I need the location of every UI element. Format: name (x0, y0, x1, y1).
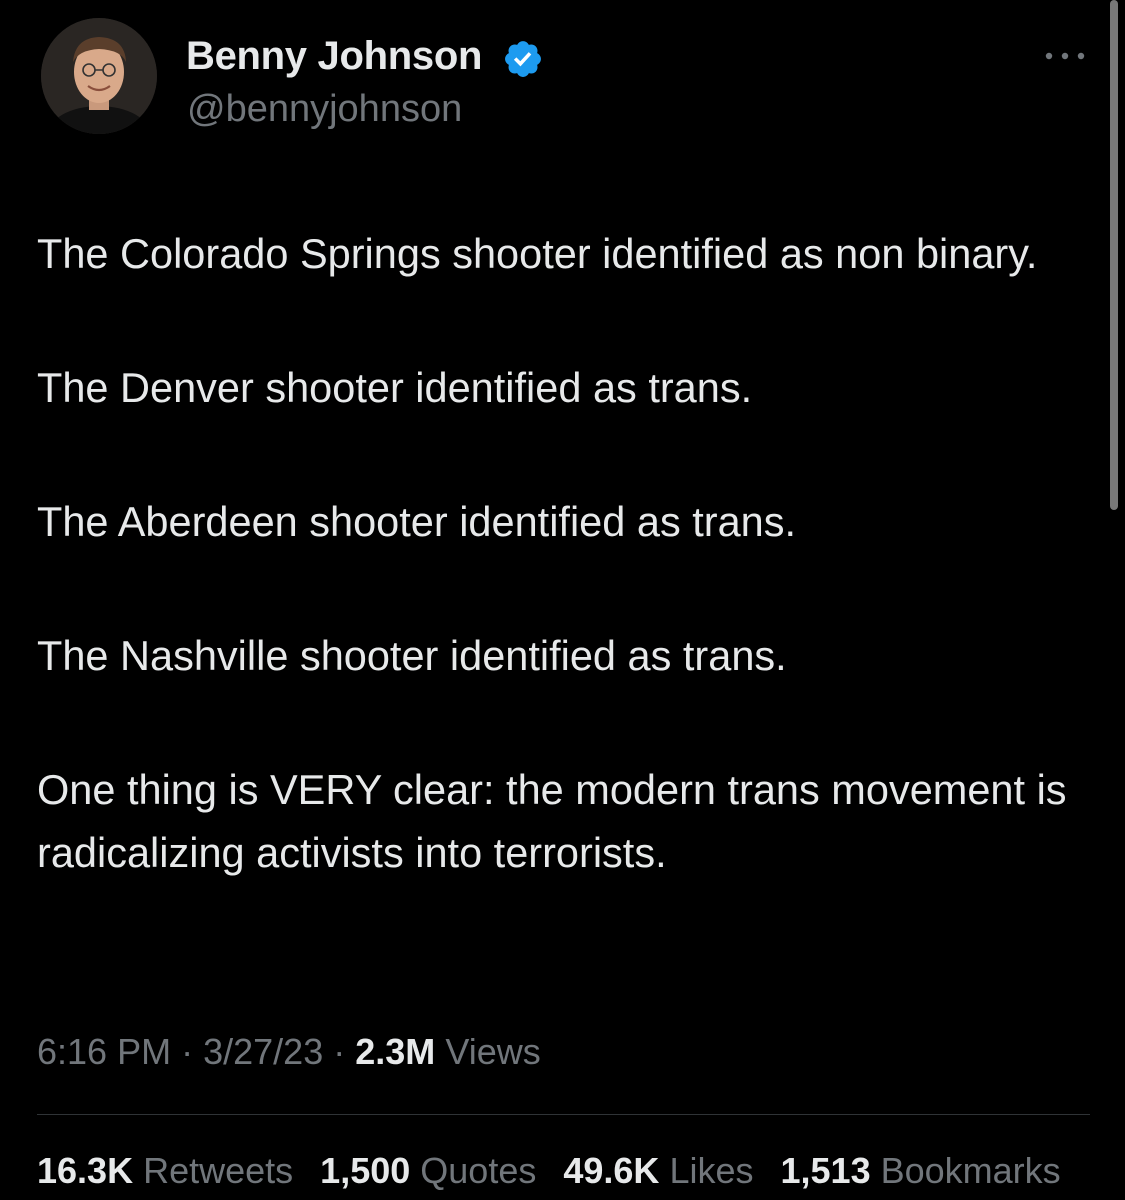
retweets-count: 16.3K (37, 1150, 134, 1191)
avatar-portrait-image (41, 18, 157, 134)
tweet-paragraph: The Aberdeen shooter identified as trans… (37, 498, 797, 545)
scrollbar[interactable] (1110, 0, 1118, 510)
views-count: 2.3M (355, 1031, 436, 1072)
meta-separator: · (333, 1031, 346, 1072)
tweet-text: The Colorado Springs shooter identified … (37, 222, 1097, 884)
tweet-paragraph: The Denver shooter identified as trans. (37, 364, 753, 411)
author-name[interactable]: Benny Johnson (186, 34, 482, 79)
retweets-label: Retweets (143, 1150, 294, 1191)
retweets-stat[interactable]: 16.3K Retweets (37, 1150, 293, 1191)
author-handle[interactable]: @bennyjohnson (187, 88, 462, 131)
verified-badge-icon[interactable] (502, 38, 544, 80)
quotes-stat[interactable]: 1,500 Quotes (320, 1150, 536, 1191)
bookmarks-stat[interactable]: 1,513 Bookmarks (781, 1150, 1061, 1191)
tweet-paragraph: The Colorado Springs shooter identified … (37, 230, 1038, 277)
likes-label: Likes (669, 1150, 754, 1191)
avatar[interactable] (41, 18, 157, 134)
divider (37, 1114, 1090, 1115)
views-label: Views (445, 1031, 541, 1072)
bookmarks-label: Bookmarks (880, 1150, 1061, 1191)
tweet-paragraph: One thing is VERY clear: the modern tran… (37, 766, 1067, 876)
meta-separator: · (181, 1031, 194, 1072)
more-horizontal-icon[interactable] (1043, 44, 1087, 68)
engagement-stats: 16.3K Retweets 1,500 Quotes 49.6K Likes 1,5… (37, 1150, 1125, 1192)
tweet-date[interactable]: 3/27/23 (203, 1031, 323, 1072)
tweet-card: Benny Johnson @bennyjohnson The Colorado… (0, 0, 1125, 1200)
tweet-paragraph: The Nashville shooter identified as tran… (37, 632, 787, 679)
bookmarks-count: 1,513 (780, 1150, 871, 1191)
tweet-time[interactable]: 6:16 PM (37, 1031, 171, 1072)
likes-count: 49.6K (563, 1150, 660, 1191)
quotes-count: 1,500 (320, 1150, 411, 1191)
tweet-meta: 6:16 PM · 3/27/23 · 2.3M Views (37, 1031, 541, 1073)
quotes-label: Quotes (420, 1150, 537, 1191)
likes-stat[interactable]: 49.6K Likes (563, 1150, 753, 1191)
